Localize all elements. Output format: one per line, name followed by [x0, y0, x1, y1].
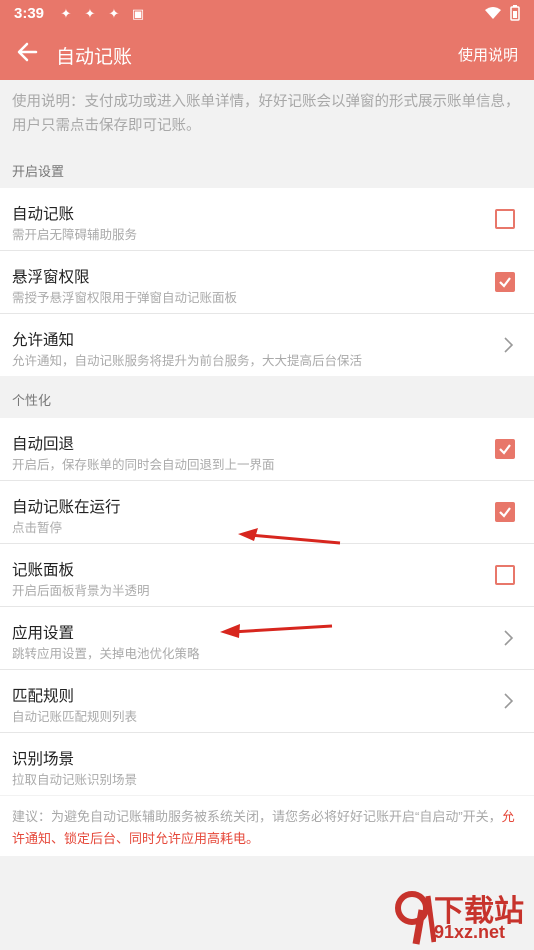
floating-window-row[interactable]: 悬浮窗权限 需授予悬浮窗权限用于弹窗自动记账面板	[0, 251, 534, 314]
row-title: 自动回退	[12, 436, 75, 453]
status-bar: 3:39 ✦ ✦ ✦ ▣	[0, 0, 534, 28]
back-arrow-icon[interactable]	[14, 38, 42, 66]
row-subtitle: 需授予悬浮窗权限用于弹窗自动记账面板	[12, 291, 238, 305]
advice-note: 建议：为避免自动记账辅助服务被系统关闭，请您务必将好好记账开启“自启动”开关，允…	[0, 796, 534, 856]
running-row[interactable]: 自动记账在运行 点击暂停	[0, 481, 534, 544]
app-notification-icon: ✦	[108, 6, 120, 21]
row-subtitle: 自动记账匹配规则列表	[12, 710, 138, 724]
auto-bookkeeping-row[interactable]: 自动记账 需开启无障碍辅助服务	[0, 188, 534, 251]
auto-return-checkbox[interactable]	[495, 439, 515, 459]
check-icon	[499, 507, 511, 518]
row-title: 应用设置	[12, 625, 75, 642]
auto-bookkeeping-checkbox[interactable]	[495, 209, 515, 229]
row-title: 自动记账在运行	[12, 499, 121, 516]
watermark-emblem-icon	[395, 891, 436, 945]
row-title: 匹配规则	[12, 688, 75, 705]
panel-checkbox[interactable]	[495, 565, 515, 585]
app-settings-row[interactable]: 应用设置 跳转应用设置，关掉电池优化策略	[0, 607, 534, 670]
chevron-right-icon	[504, 693, 514, 709]
row-subtitle: 允许通知，自动记账服务将提升为前台服务，大大提高后台保活	[12, 354, 363, 368]
watermark-logo: 下载站 91xz.net	[392, 884, 534, 950]
section-title-personal: 个性化	[12, 393, 52, 408]
row-title: 识别场景	[12, 751, 75, 768]
chevron-right-icon	[504, 337, 514, 353]
intro-text: 使用说明：支付成功或进入账单详情，好好记账会以弹窗的形式展示账单信息，用户只需点…	[12, 94, 520, 134]
running-checkbox[interactable]	[495, 502, 515, 522]
chevron-right-icon	[504, 630, 514, 646]
status-time: 3:39	[14, 5, 45, 22]
row-subtitle: 拉取自动记账识别场景	[12, 773, 138, 787]
personalization-list: 自动回退 开启后，保存账单的同时会自动回退到上一界面 自动记账在运行 点击暂停 …	[0, 418, 534, 795]
row-subtitle: 点击暂停	[12, 521, 63, 535]
app-notification-icon: ▣	[131, 6, 145, 21]
row-title: 自动记账	[12, 206, 75, 223]
panel-row[interactable]: 记账面板 开启后面板背景为半透明	[0, 544, 534, 607]
check-icon	[499, 444, 511, 455]
row-title: 允许通知	[12, 332, 75, 349]
watermark-url: 91xz.net	[434, 922, 506, 942]
allow-notification-row[interactable]: 允许通知 允许通知，自动记账服务将提升为前台服务，大大提高后台保活	[0, 314, 534, 376]
match-rules-row[interactable]: 匹配规则 自动记账匹配规则列表	[0, 670, 534, 733]
battery-icon	[510, 5, 520, 21]
open-settings-list: 自动记账 需开启无障碍辅助服务 悬浮窗权限 需授予悬浮窗权限用于弹窗自动记账面板…	[0, 188, 534, 376]
help-link[interactable]: 使用说明	[458, 44, 518, 65]
check-icon	[499, 277, 511, 288]
wifi-icon	[485, 7, 501, 19]
row-subtitle: 跳转应用设置，关掉电池优化策略	[12, 647, 200, 661]
page-title: 自动记账	[56, 47, 133, 68]
app-bar: 自动记账 使用说明	[0, 28, 534, 80]
recognize-scene-row[interactable]: 识别场景 拉取自动记账识别场景	[0, 733, 534, 795]
auto-return-row[interactable]: 自动回退 开启后，保存账单的同时会自动回退到上一界面	[0, 418, 534, 481]
row-subtitle: 开启后面板背景为半透明	[12, 584, 150, 598]
row-subtitle: 需开启无障碍辅助服务	[12, 228, 138, 242]
advice-text: 建议：为避免自动记账辅助服务被系统关闭，请您务必将好好记账开启“自启动”开关，	[12, 809, 502, 824]
row-subtitle: 开启后，保存账单的同时会自动回退到上一界面	[12, 458, 275, 472]
row-title: 悬浮窗权限	[12, 269, 90, 286]
app-notification-icon: ✦	[60, 6, 72, 21]
row-title: 记账面板	[12, 562, 75, 579]
floating-window-checkbox[interactable]	[495, 272, 515, 292]
app-notification-icon: ✦	[84, 6, 96, 21]
section-title-open: 开启设置	[12, 164, 65, 179]
